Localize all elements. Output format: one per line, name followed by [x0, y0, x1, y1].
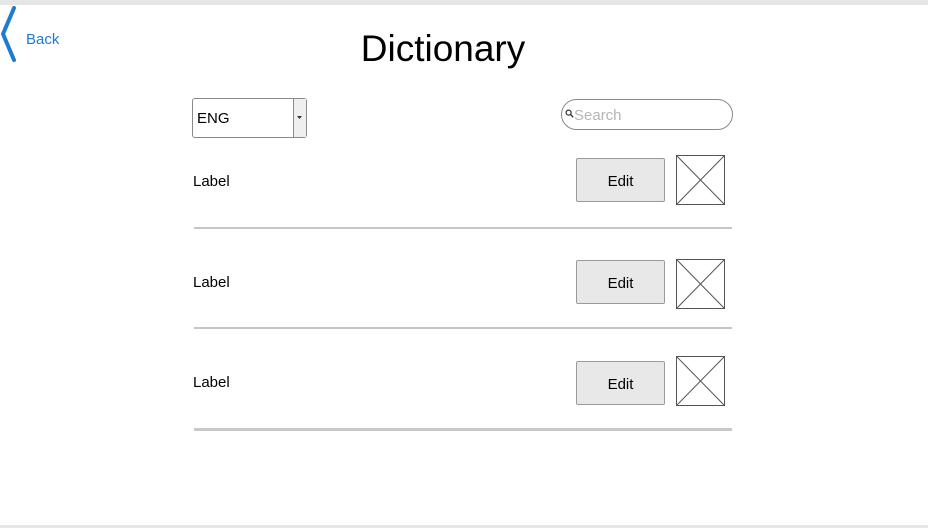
page-title: Dictionary [360, 28, 526, 69]
top-border [0, 0, 928, 5]
row-label: Label [193, 274, 230, 291]
row-label: Label [193, 173, 230, 190]
edit-button[interactable]: Edit [576, 260, 665, 304]
edit-button[interactable]: Edit [576, 361, 665, 405]
language-select-value: ENG [197, 110, 230, 127]
search-input[interactable] [574, 105, 724, 125]
image-placeholder-icon [676, 155, 725, 205]
row-divider [194, 428, 732, 431]
row-divider [194, 227, 732, 229]
row-label: Label [193, 374, 230, 391]
search-icon [565, 109, 574, 118]
language-select[interactable]: ENG [192, 98, 307, 138]
row-divider [194, 327, 732, 329]
caret-down-icon [297, 116, 302, 119]
language-select-toggle[interactable] [293, 99, 306, 137]
search-box[interactable] [561, 99, 733, 130]
image-placeholder-icon [676, 259, 725, 309]
image-placeholder-icon [676, 356, 725, 406]
edit-button[interactable]: Edit [576, 158, 665, 202]
